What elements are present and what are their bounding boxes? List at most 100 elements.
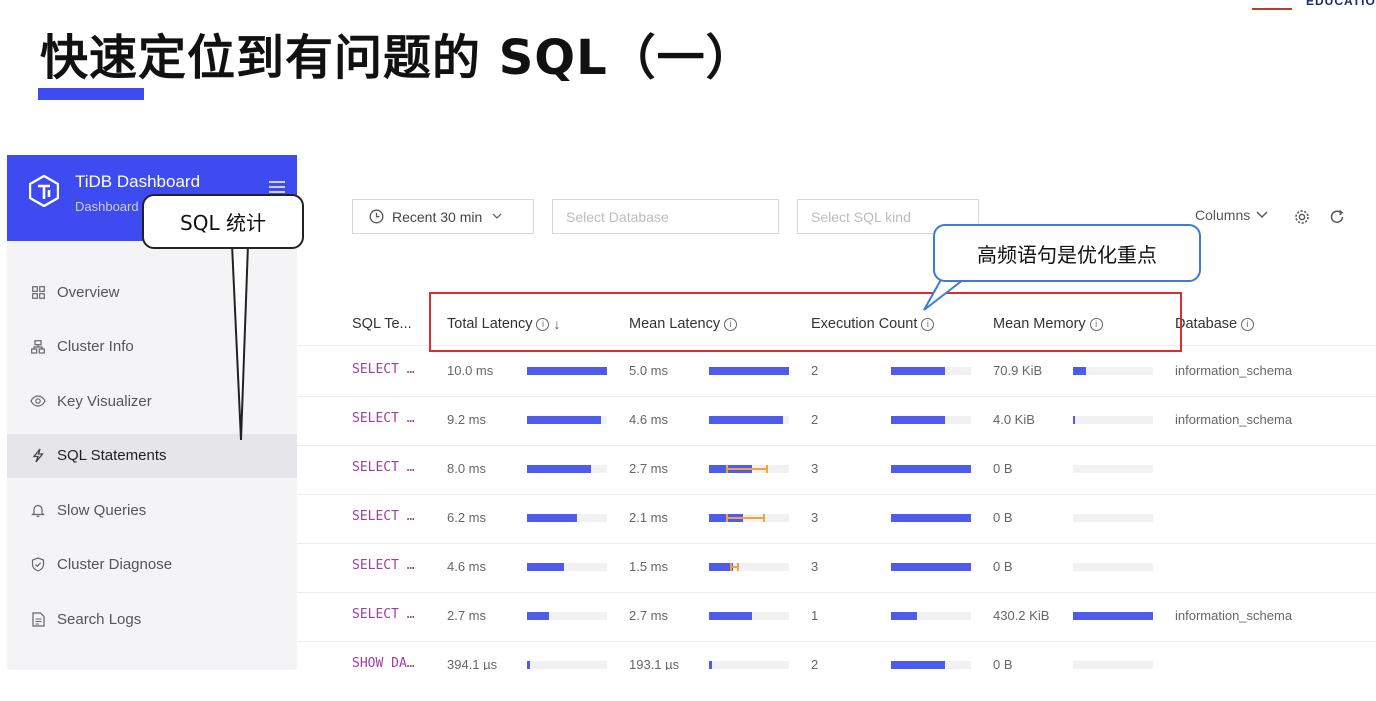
database-select[interactable]: Select Database [552,199,779,234]
mean-latency-bar [709,661,789,669]
columns-label: Columns [1195,207,1251,223]
logo-mark [1252,0,1292,10]
brand-name: TiDB Dashboard [75,172,201,191]
execution-count-bar [891,661,971,669]
mean-latency-bar [709,563,789,571]
sql-text[interactable]: SELECT … [352,558,415,573]
education-logo: EDUCATIO [1250,0,1376,10]
total-latency-bar [527,661,607,669]
clock-icon [369,209,384,224]
table-row[interactable]: SELECT … 2.7 ms 2.7 ms 1 430.2 KiB informatio… [297,592,1376,642]
total-latency-value: 10.0 ms [447,363,494,378]
sidebar-item-label: Slow Queries [57,501,147,519]
mean-latency-bar-fill [709,367,789,375]
sidebar-item-label: Key Visualizer [57,392,152,410]
sql-text[interactable]: SELECT … [352,607,415,622]
error-bar [726,517,765,519]
mean-latency-bar [709,416,789,424]
mean-memory-bar [1073,367,1153,375]
refresh-icon[interactable] [1329,209,1345,225]
total-latency-bar-fill [527,465,591,473]
time-range-value: Recent 30 min [392,208,483,225]
execution-count-bar-fill [891,465,971,473]
mean-memory-bar [1073,661,1153,669]
sidebar-item-key-visualizer[interactable]: Key Visualizer [7,379,297,423]
total-latency-bar [527,612,607,620]
mean-latency-bar [709,465,789,473]
table-row[interactable]: SELECT … 6.2 ms 2.1 ms 3 0 B [297,494,1376,544]
sidebar-item-label: Cluster Info [57,338,134,355]
total-latency-value: 9.2 ms [447,412,487,427]
execution-count-bar-fill [891,612,918,620]
menu-fold-icon[interactable] [269,181,285,193]
total-latency-bar-fill [527,367,607,375]
mean-memory-bar [1073,514,1153,522]
sidebar-item-cluster-diagnose[interactable]: Cluster Diagnose [7,543,297,587]
total-latency-bar [527,465,607,473]
total-latency-bar [527,416,607,424]
error-bar-cap [730,563,733,571]
table-row[interactable]: SHOW DA… 394.1 µs 193.1 µs 2 0 B [297,641,1376,670]
table-row[interactable]: SELECT … 9.2 ms 4.6 ms 2 4.0 KiB information_… [297,396,1376,446]
total-latency-value: 6.2 ms [447,510,487,525]
total-latency-bar [527,367,607,375]
column-sql-text[interactable]: SQL Te... [352,316,412,332]
logo-text: EDUCATIO [1306,0,1376,8]
mean-latency-value: 193.1 µs [629,657,680,670]
execution-count-bar [891,416,971,424]
sidebar-item-overview[interactable]: Overview [7,270,297,314]
execution-count-value: 2 [811,657,819,670]
execution-count-bar-fill [891,661,945,669]
execution-count-value: 2 [811,412,819,427]
column-database[interactable]: Database i [1175,316,1255,332]
database-value: information_schema [1175,608,1293,623]
chevron-down-icon [492,213,502,220]
sidebar-item-label: Search Logs [57,610,142,628]
execution-count-bar-fill [891,514,971,522]
lightning-icon [29,447,47,465]
total-latency-bar-fill [527,563,564,571]
callout-seam [945,272,967,276]
table-row[interactable]: SELECT … 8.0 ms 2.7 ms 3 0 B [297,445,1376,495]
sql-text[interactable]: SHOW DA… [352,656,415,670]
table-row[interactable]: SELECT … 10.0 ms 5.0 ms 2 70.9 KiB informatio… [297,347,1376,397]
execution-count-value: 2 [811,363,819,378]
sidebar-item-cluster-info[interactable]: Cluster Info [7,325,297,369]
shield-icon [29,556,47,574]
table-row[interactable]: SELECT … 4.6 ms 1.5 ms 3 0 B [297,543,1376,593]
error-bar-cap [736,563,739,571]
sql-text[interactable]: SELECT … [352,509,415,524]
mean-memory-bar-fill [1073,612,1153,620]
mean-latency-bar-fill [709,416,783,424]
sidebar-item-label: SQL Statements [57,447,167,464]
time-range-select[interactable]: Recent 30 min [352,199,534,234]
execution-count-value: 3 [811,510,819,525]
mean-latency-value: 2.1 ms [629,510,669,525]
sql-text[interactable]: SELECT … [352,411,415,426]
info-icon[interactable]: i [1241,317,1255,331]
error-bar-cap [765,465,768,473]
sidebar-item-sql-statements[interactable]: SQL Statements [7,433,297,478]
callout-sql-stats: SQL 统计 [142,194,304,249]
sql-text[interactable]: SELECT … [352,460,415,475]
sql-text[interactable]: SELECT … [352,362,415,377]
execution-count-value: 3 [811,559,819,574]
mean-memory-value: 0 B [993,657,1013,670]
sidebar-item-slow-queries[interactable]: Slow Queries [7,488,297,532]
total-latency-bar-fill [527,612,549,620]
columns-button[interactable]: Columns [1195,207,1268,223]
callout-high-frequency: 高频语句是优化重点 [933,224,1201,282]
execution-count-bar [891,563,971,571]
sidebar-item-search-logs[interactable]: Search Logs [7,597,297,641]
execution-count-bar [891,514,971,522]
mean-latency-bar-fill [709,563,733,571]
mean-memory-value: 0 B [993,461,1013,476]
execution-count-bar-fill [891,563,971,571]
mean-memory-value: 4.0 KiB [993,412,1035,427]
mean-latency-value: 2.7 ms [629,461,669,476]
mean-memory-value: 70.9 KiB [993,363,1043,378]
chevron-down-icon [1256,211,1268,219]
mean-memory-bar-fill [1073,367,1086,375]
mean-latency-value: 2.7 ms [629,608,669,623]
gear-icon[interactable] [1294,209,1310,225]
